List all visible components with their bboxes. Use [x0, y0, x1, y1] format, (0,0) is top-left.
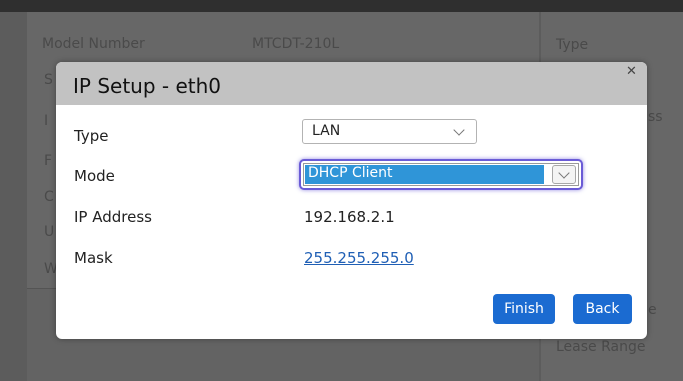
chevron-down-icon: [453, 124, 465, 136]
ip-setup-dialog: IP Setup - eth0 ✕ Type LAN Mode DHCP Cli…: [56, 62, 647, 339]
dialog-title: IP Setup - eth0: [73, 74, 222, 98]
mask-label: Mask: [74, 249, 113, 267]
back-button[interactable]: Back: [573, 294, 632, 324]
mode-select[interactable]: DHCP Client: [303, 163, 579, 186]
bg-model-number-value: MTCDT-210L: [252, 36, 340, 52]
ip-address-label: IP Address: [74, 208, 152, 226]
bg-row-label: C: [44, 189, 54, 205]
bg-type-label: Type: [556, 37, 589, 53]
bg-row-label: I: [44, 113, 49, 129]
bg-row-label: S: [44, 72, 53, 88]
dialog-header: IP Setup - eth0 ✕: [56, 62, 647, 105]
chevron-down-icon: [558, 167, 570, 179]
type-select-value: LAN: [312, 123, 341, 139]
close-icon[interactable]: ✕: [626, 65, 637, 78]
bg-address-label-fragment: ss: [648, 109, 663, 125]
mode-label: Mode: [74, 167, 115, 185]
ip-address-value: 192.168.2.1: [304, 208, 395, 226]
bg-model-number-label: Model Number: [42, 36, 145, 52]
bg-lease-range-label: Lease Range: [556, 339, 646, 355]
page-top-strip: [0, 0, 683, 12]
type-select[interactable]: LAN: [302, 119, 477, 144]
mode-select-focus-ring: DHCP Client: [299, 159, 583, 190]
mode-select-arrow-button[interactable]: [552, 165, 576, 184]
bg-row-label: U: [44, 224, 55, 240]
finish-button[interactable]: Finish: [493, 294, 555, 324]
type-label: Type: [74, 127, 109, 145]
bg-label-fragment: e: [648, 302, 657, 318]
bg-row-label: F: [44, 153, 53, 169]
mode-select-value: DHCP Client: [308, 165, 393, 181]
mask-link[interactable]: 255.255.255.0: [304, 249, 414, 267]
